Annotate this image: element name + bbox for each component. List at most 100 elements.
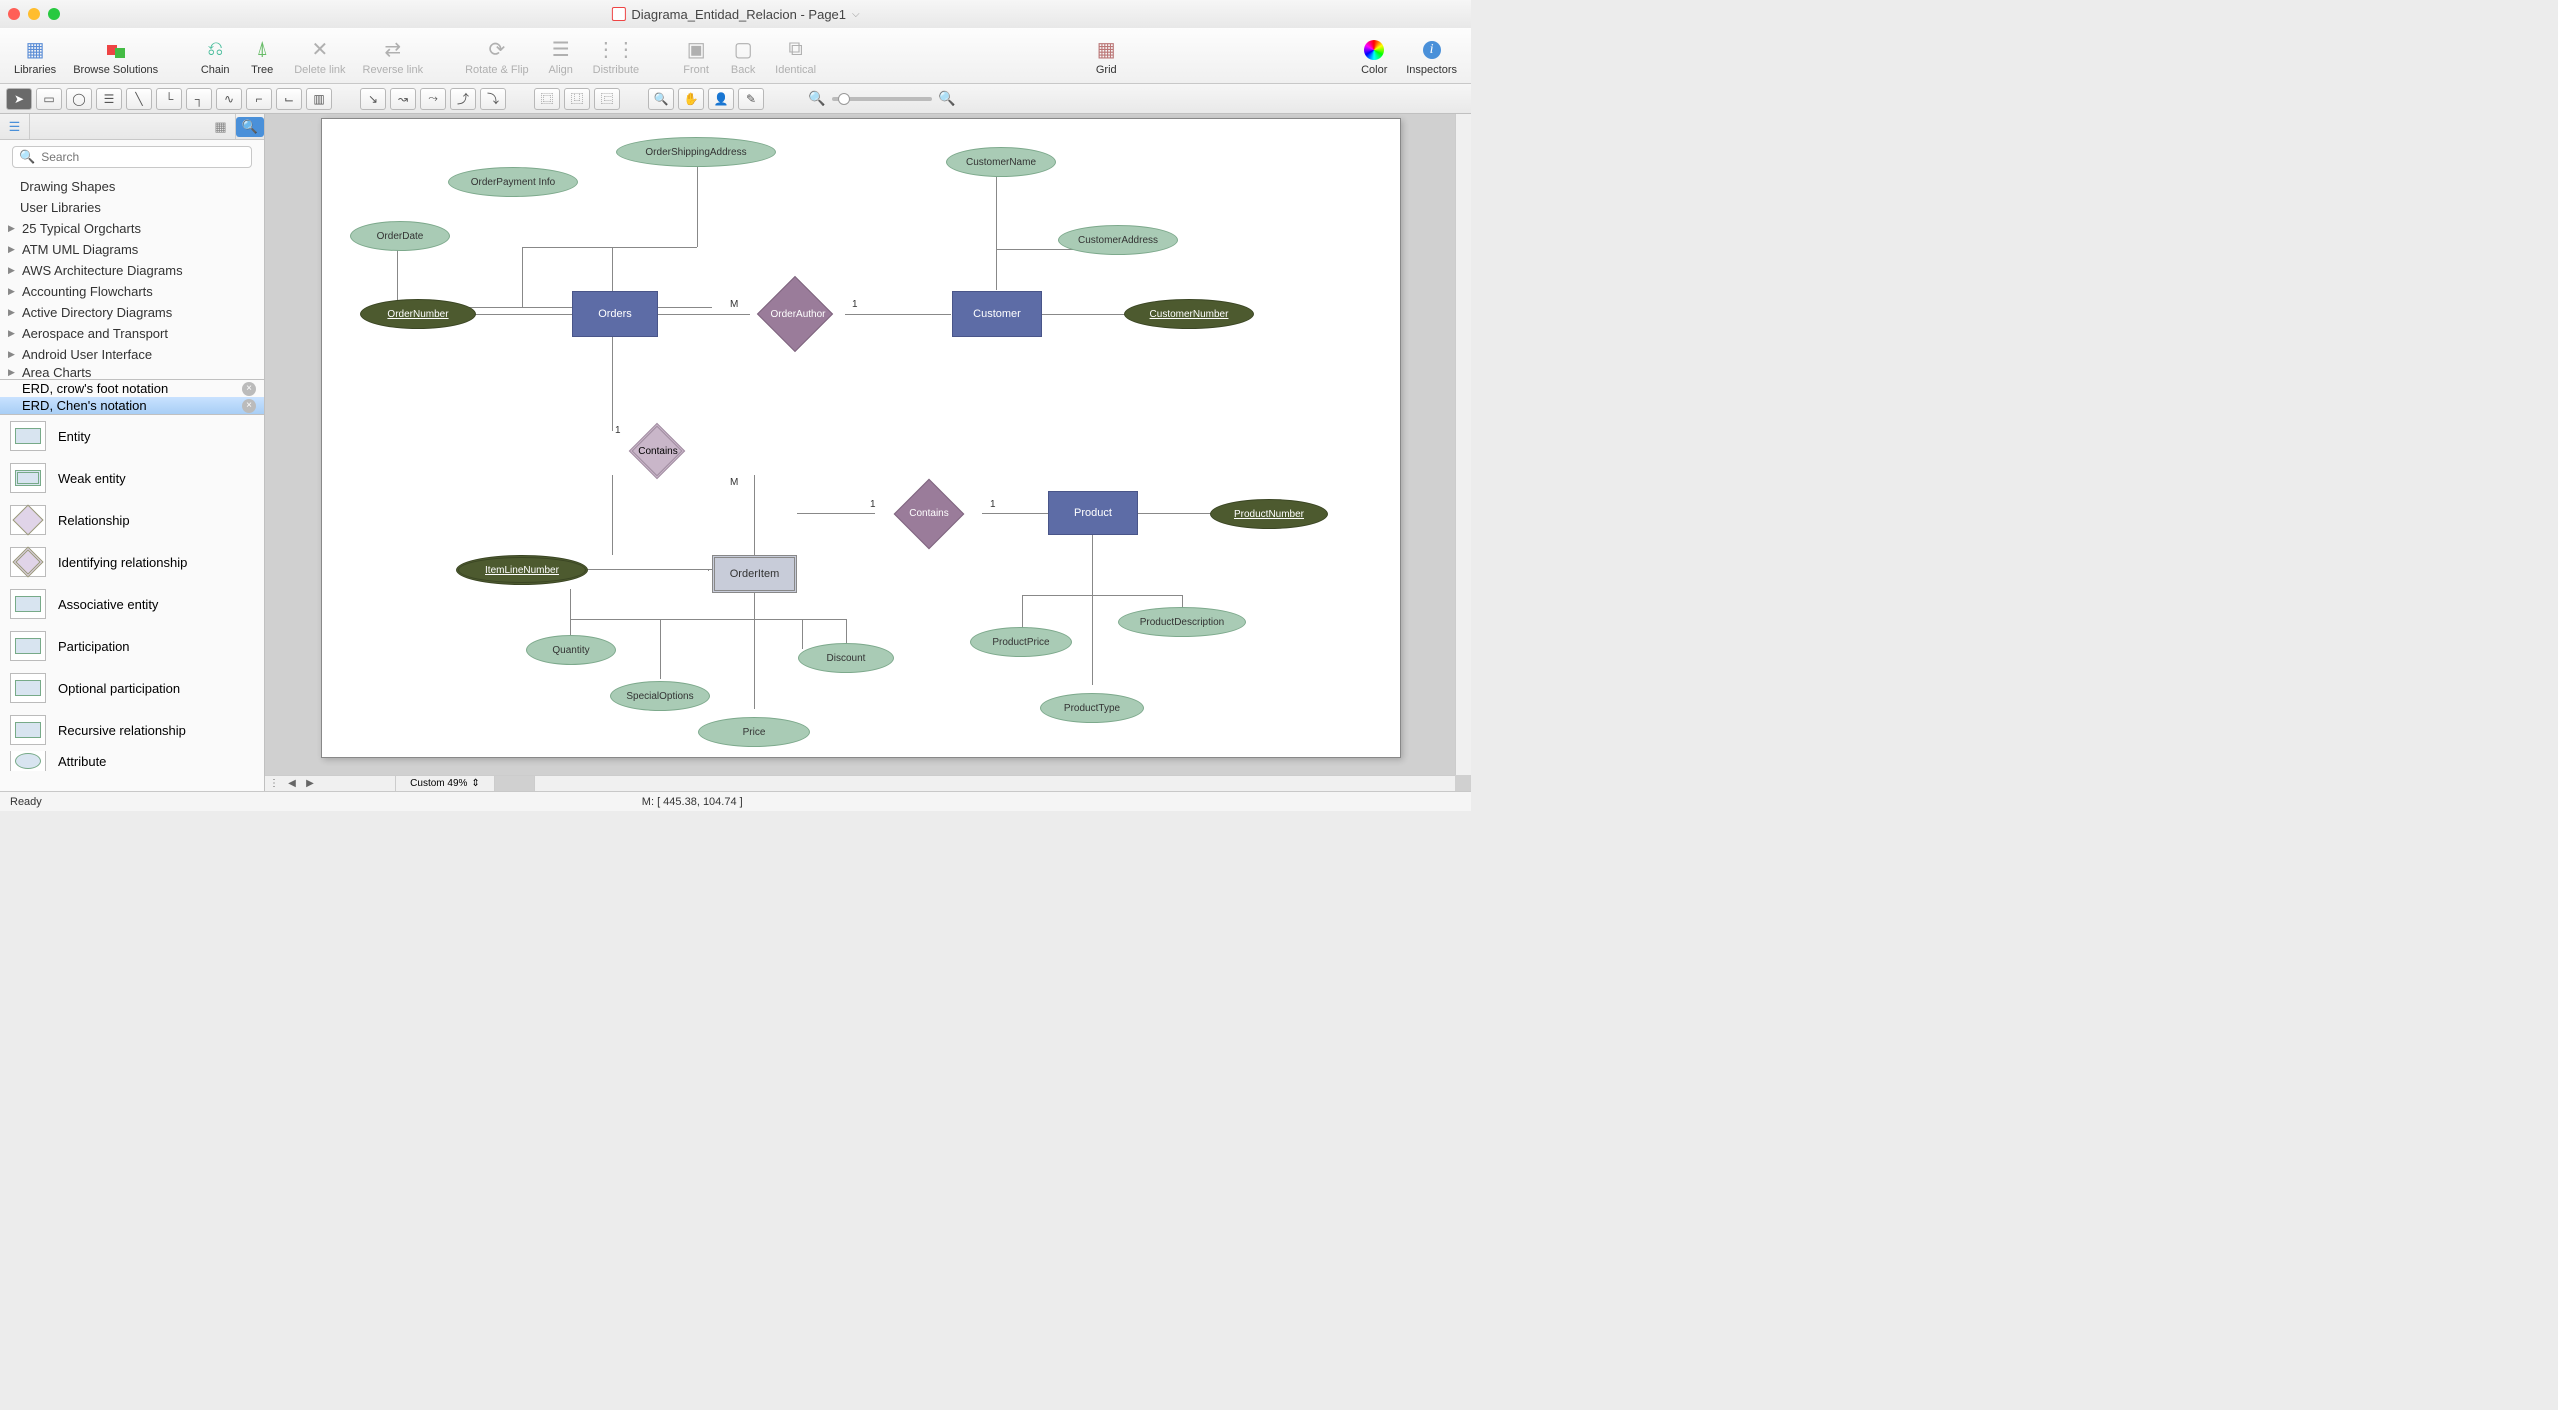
connector-tool-1[interactable]: └ bbox=[156, 88, 182, 110]
minimize-window-button[interactable] bbox=[28, 8, 40, 20]
close-tab-icon[interactable]: × bbox=[242, 399, 256, 413]
attr-customer-address[interactable]: CustomerAddress bbox=[1058, 225, 1178, 255]
vertical-scrollbar[interactable] bbox=[1455, 114, 1471, 775]
splitter-handle[interactable]: ⋮ bbox=[265, 778, 283, 789]
grid-button[interactable]: ▦ Grid bbox=[1083, 34, 1129, 78]
arrow-tool-1[interactable]: ↘ bbox=[360, 88, 386, 110]
zoom-stepper-icon[interactable]: ⇕ bbox=[471, 778, 479, 789]
shape-identifying-relationship[interactable]: Identifying relationship bbox=[0, 541, 264, 583]
relationship-order-author[interactable]: OrderAuthor bbox=[750, 281, 846, 347]
group-tool-2[interactable]: ⿶ bbox=[564, 88, 590, 110]
shape-relationship[interactable]: Relationship bbox=[0, 499, 264, 541]
search-input[interactable] bbox=[41, 150, 245, 164]
next-page-icon[interactable]: ▶ bbox=[301, 778, 319, 789]
connector-tool-4[interactable]: ⌐ bbox=[246, 88, 272, 110]
pointer-tool[interactable]: ➤ bbox=[6, 88, 32, 110]
attr-order-shipping[interactable]: OrderShippingAddress bbox=[616, 137, 776, 167]
entity-orders[interactable]: Orders bbox=[572, 291, 658, 337]
key-attr-item-line-number[interactable]: ItemLineNumber bbox=[456, 555, 588, 585]
back-button[interactable]: ▢ Back bbox=[720, 34, 766, 78]
entity-product[interactable]: Product bbox=[1048, 491, 1138, 535]
browse-solutions-button[interactable]: Browse Solutions bbox=[65, 34, 166, 78]
connector-tool-5[interactable]: ⌙ bbox=[276, 88, 302, 110]
attr-order-payment[interactable]: OrderPayment Info bbox=[448, 167, 578, 197]
delete-link-button[interactable]: ✕ Delete link bbox=[286, 34, 353, 78]
zoom-in-icon[interactable]: 🔍 bbox=[938, 90, 956, 108]
inspectors-button[interactable]: i Inspectors bbox=[1398, 34, 1465, 78]
tree-item[interactable]: ▶25 Typical Orgcharts bbox=[0, 218, 264, 239]
close-tab-icon[interactable]: × bbox=[242, 382, 256, 396]
tree-item[interactable]: ▶Active Directory Diagrams bbox=[0, 302, 264, 323]
arrow-tool-5[interactable]: ⤵ bbox=[480, 88, 506, 110]
weak-entity-orderitem[interactable]: OrderItem bbox=[712, 555, 797, 593]
attr-quantity[interactable]: Quantity bbox=[526, 635, 616, 665]
ellipse-tool[interactable]: ◯ bbox=[66, 88, 92, 110]
attr-special-options[interactable]: SpecialOptions bbox=[610, 681, 710, 711]
attr-product-type[interactable]: ProductType bbox=[1040, 693, 1144, 723]
tree-item[interactable]: ▶AWS Architecture Diagrams bbox=[0, 260, 264, 281]
tree-item[interactable]: ▶ATM UML Diagrams bbox=[0, 239, 264, 260]
prev-page-icon[interactable]: ◀ bbox=[283, 778, 301, 789]
tree-item[interactable]: ▶Accounting Flowcharts bbox=[0, 281, 264, 302]
tree-button[interactable]: ⍋ Tree bbox=[239, 34, 285, 78]
attr-product-price[interactable]: ProductPrice bbox=[970, 627, 1072, 657]
document-title[interactable]: Diagrama_Entidad_Relacion - Page1 ⌵ bbox=[611, 7, 859, 22]
shape-optional-participation[interactable]: Optional participation bbox=[0, 667, 264, 709]
tree-item[interactable]: ▶Area Charts bbox=[0, 365, 264, 379]
shape-associative-entity[interactable]: Associative entity bbox=[0, 583, 264, 625]
connector-tool-2[interactable]: ┐ bbox=[186, 88, 212, 110]
key-attr-order-number[interactable]: OrderNumber bbox=[360, 299, 476, 329]
sidebar-grid-view-icon[interactable]: ▦ bbox=[206, 114, 236, 139]
close-window-button[interactable] bbox=[8, 8, 20, 20]
text-tool[interactable]: ☰ bbox=[96, 88, 122, 110]
key-attr-customer-number[interactable]: CustomerNumber bbox=[1124, 299, 1254, 329]
group-tool-1[interactable]: ⿴ bbox=[534, 88, 560, 110]
attr-order-date[interactable]: OrderDate bbox=[350, 221, 450, 251]
tree-item[interactable]: ▶Aerospace and Transport bbox=[0, 323, 264, 344]
arrow-tool-3[interactable]: ⤳ bbox=[420, 88, 446, 110]
attr-customer-name[interactable]: CustomerName bbox=[946, 147, 1056, 177]
group-tool-3[interactable]: ⿷ bbox=[594, 88, 620, 110]
libtab-chen[interactable]: ERD, Chen's notation × bbox=[0, 397, 264, 414]
zoom-out-icon[interactable]: 🔍 bbox=[808, 90, 826, 108]
shape-participation[interactable]: Participation bbox=[0, 625, 264, 667]
tree-item[interactable]: User Libraries bbox=[0, 197, 264, 218]
rect-tool[interactable]: ▭ bbox=[36, 88, 62, 110]
pan-tool[interactable]: ✋ bbox=[678, 88, 704, 110]
zoom-display[interactable]: Custom 49% ⇕ bbox=[395, 776, 495, 792]
page-tab[interactable] bbox=[495, 776, 535, 791]
shape-weak-entity[interactable]: Weak entity bbox=[0, 457, 264, 499]
entity-customer[interactable]: Customer bbox=[952, 291, 1042, 337]
shape-recursive-relationship[interactable]: Recursive relationship bbox=[0, 709, 264, 751]
arrow-tool-4[interactable]: ⤴ bbox=[450, 88, 476, 110]
identical-button[interactable]: ⧉ Identical bbox=[767, 34, 824, 78]
zoom-slider[interactable]: 🔍 🔍 bbox=[808, 90, 956, 108]
maximize-window-button[interactable] bbox=[48, 8, 60, 20]
attr-discount[interactable]: Discount bbox=[798, 643, 894, 673]
canvas-scroll[interactable]: M 1 1 M 1 1 Orders Customer Product Orde… bbox=[265, 114, 1455, 775]
sidebar-collapse-icon[interactable]: ☰ bbox=[0, 114, 30, 139]
tree-item[interactable]: Drawing Shapes bbox=[0, 176, 264, 197]
pencil-tool[interactable]: ✎ bbox=[738, 88, 764, 110]
reverse-link-button[interactable]: ⇄ Reverse link bbox=[355, 34, 432, 78]
tree-item[interactable]: ▶Android User Interface bbox=[0, 344, 264, 365]
key-attr-product-number[interactable]: ProductNumber bbox=[1210, 499, 1328, 529]
attr-product-description[interactable]: ProductDescription bbox=[1118, 607, 1246, 637]
connector-tool-6[interactable]: ▥ bbox=[306, 88, 332, 110]
color-button[interactable]: Color bbox=[1351, 34, 1397, 78]
sidebar-search-icon[interactable]: 🔍 bbox=[236, 117, 264, 137]
arrow-tool-2[interactable]: ↝ bbox=[390, 88, 416, 110]
person-tool[interactable]: 👤 bbox=[708, 88, 734, 110]
shape-attribute[interactable]: Attribute bbox=[0, 751, 264, 771]
attr-price[interactable]: Price bbox=[698, 717, 810, 747]
align-button[interactable]: ☰ Align bbox=[538, 34, 584, 78]
shape-entity[interactable]: Entity bbox=[0, 415, 264, 457]
libtab-crowfoot[interactable]: ERD, crow's foot notation × bbox=[0, 380, 264, 397]
line-tool[interactable]: ╲ bbox=[126, 88, 152, 110]
chain-button[interactable]: ⎌ Chain bbox=[192, 34, 238, 78]
front-button[interactable]: ▣ Front bbox=[673, 34, 719, 78]
horizontal-scrollbar[interactable]: ⋮ ◀ ▶ Custom 49% ⇕ bbox=[265, 775, 1455, 791]
sidebar-filter[interactable] bbox=[30, 120, 206, 134]
libraries-button[interactable]: ▦ Libraries bbox=[6, 34, 64, 78]
relationship-contains-1[interactable]: Contains bbox=[610, 423, 706, 479]
